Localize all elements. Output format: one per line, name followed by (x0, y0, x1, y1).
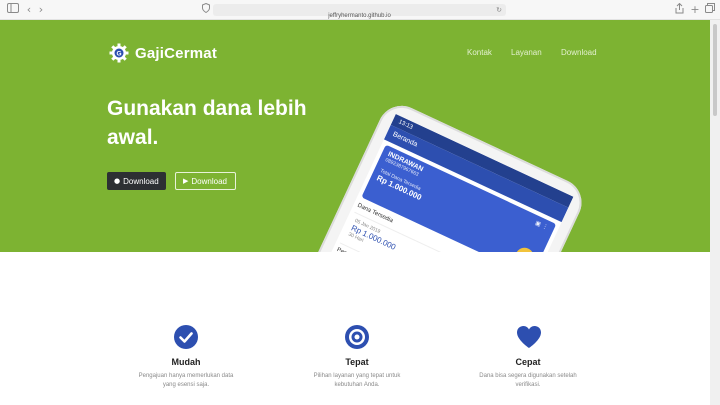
feature-desc-line: Pilihan layanan yang tepat untuk (313, 373, 401, 379)
brand-logo[interactable]: G GajiCermat (109, 42, 217, 64)
feature-desc-line: Pengajuan hanya memerlukan data (138, 373, 234, 379)
feature-title: Cepat (515, 357, 541, 367)
feature-tepat: Tepat Pilihan layanan yang tepat untuk k… (282, 325, 432, 390)
sidebar-icon[interactable] (6, 3, 20, 17)
chevron-right-icon[interactable]: › (34, 3, 48, 17)
brand-name: GajiCermat (135, 44, 218, 62)
gear-logo-icon: G (109, 43, 129, 63)
shield-icon[interactable] (199, 2, 213, 17)
heart-icon (516, 325, 541, 349)
feature-title: Tepat (345, 357, 369, 367)
tabs-icon[interactable] (703, 3, 717, 17)
feature-cepat: Cepat Dana bisa segera digunakan setelah… (453, 325, 603, 390)
target-icon (345, 325, 369, 349)
feature-desc-line: yang esensi saja. (162, 382, 210, 388)
play-icon: ▶ (183, 177, 189, 185)
hero-headline: Gunakan dana lebih awal. (107, 94, 367, 152)
play-store-button-label: Download (191, 176, 227, 186)
feature-mudah: Mudah Pengajuan hanya memerlukan data ya… (111, 325, 261, 390)
feature-description: Pilihan layanan yang tepat untuk kebutuh… (282, 372, 432, 390)
feature-desc-line: verifikasi. (515, 382, 541, 388)
reload-icon[interactable]: ↻ (496, 4, 502, 16)
plus-icon[interactable]: + (688, 3, 702, 17)
address-bar[interactable]: jeffryhermanto.github.io ↻ (213, 4, 506, 19)
url-text: jeffryhermanto.github.io (328, 13, 391, 19)
headline-line-1: Gunakan dana lebih (107, 97, 307, 120)
nav-link-kontak[interactable]: Kontak (467, 48, 492, 57)
share-icon[interactable] (672, 2, 686, 17)
feature-description: Dana bisa segera digunakan setelah verif… (453, 372, 603, 390)
browser-toolbar: ‹ › jeffryhermanto.github.io ↻ + (0, 0, 720, 20)
check-circle-icon (174, 325, 198, 349)
play-store-download-button[interactable]: ▶ Download (175, 172, 236, 190)
scrollbar-thumb[interactable] (713, 24, 717, 116)
feature-description: Pengajuan hanya memerlukan data yang ese… (111, 372, 261, 390)
feature-desc-line: Dana bisa segera digunakan setelah (479, 373, 577, 379)
app-store-download-button[interactable]: ● Download (107, 172, 166, 190)
nav-link-layanan[interactable]: Layanan (511, 48, 542, 57)
svg-text:G: G (116, 51, 121, 58)
headline-line-2: awal. (107, 126, 159, 149)
app-store-button-label: Download (123, 176, 159, 186)
apple-icon: ● (114, 177, 121, 185)
feature-desc-line: kebutuhan Anda. (334, 382, 380, 388)
nav-link-download[interactable]: Download (561, 48, 597, 57)
hero-section: G GajiCermat Kontak Layanan Download Gun… (0, 20, 710, 252)
feature-title: Mudah (171, 357, 201, 367)
